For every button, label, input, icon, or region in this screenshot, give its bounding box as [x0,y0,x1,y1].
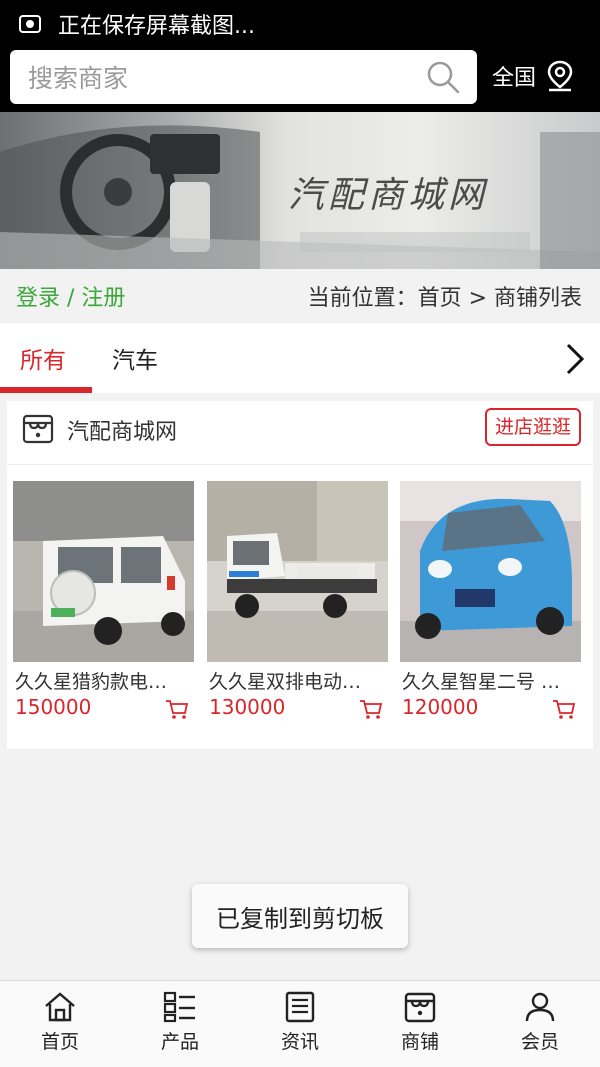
shop-name[interactable]: 汽配商城网 [67,414,177,446]
nav-home[interactable]: 首页 [0,981,120,1067]
nav-news[interactable]: 资讯 [240,981,360,1067]
chevron-right-icon[interactable] [560,341,590,377]
search-icon[interactable] [425,59,461,95]
cart-icon[interactable] [359,699,383,721]
category-tabs: 所有 汽车 [0,323,600,393]
nav-shops[interactable]: 商铺 [360,981,480,1067]
status-text: 正在保存屏幕截图... [58,14,255,39]
tab-car[interactable]: 汽车 [112,341,158,375]
nav-news-label: 资讯 [280,1031,319,1053]
product-price: 120000 [402,695,479,719]
product-name[interactable]: 久久星智星二号 … [402,667,580,694]
nav-products[interactable]: 产品 [120,981,240,1067]
nav-home-label: 首页 [40,1031,79,1053]
product-name[interactable]: 久久星双排电动… [209,667,387,694]
product-price: 150000 [15,695,92,719]
bottom-nav: 首页 产品 资讯 商铺 会员 [0,980,600,1067]
screenshot-icon [19,15,41,33]
banner[interactable]: 汽配商城网 [0,112,600,269]
breadcrumb: 当前位置：首页 > 商铺列表 [307,286,582,311]
product-image[interactable] [400,481,581,662]
list-icon [163,991,195,1023]
cart-icon[interactable] [552,699,576,721]
location-icon [547,60,573,92]
tab-all[interactable]: 所有 [20,341,66,375]
shop-header: 汽配商城网 进店逛逛 [7,401,593,465]
search-bar: 搜索商家 全国 [0,48,600,112]
nav-products-label: 产品 [160,1031,199,1053]
product-image[interactable] [207,481,388,662]
product-name[interactable]: 久久星猎豹款电… [15,667,193,694]
region-label: 全国 [492,66,537,91]
product-image[interactable] [13,481,194,662]
shop-icon [404,992,436,1023]
product-price: 130000 [209,695,286,719]
news-icon [285,991,315,1023]
nav-member[interactable]: 会员 [480,981,600,1067]
enter-shop-button[interactable]: 进店逛逛 [485,408,582,446]
region-selector[interactable]: 全国 [492,56,576,96]
banner-title: 汽配商城网 [288,175,489,216]
shop-card: 汽配商城网 进店逛逛 久久星猎豹款电… 150000 久久星双排电动… 1300… [7,401,593,749]
breadcrumb-bar: 登录 / 注册 当前位置：首页 > 商铺列表 [0,269,600,323]
home-icon [45,992,75,1022]
shop-icon [22,414,54,444]
search-placeholder: 搜索商家 [28,64,129,93]
active-tab-indicator [0,387,92,393]
search-input[interactable]: 搜索商家 [10,50,477,104]
toast-message: 已复制到剪切板 [192,884,408,948]
status-bar: 正在保存屏幕截图... [0,0,600,48]
nav-shops-label: 商铺 [400,1031,439,1053]
cart-icon[interactable] [165,699,189,721]
login-register-link[interactable]: 登录 / 注册 [16,280,125,312]
user-icon [525,992,555,1022]
nav-member-label: 会员 [520,1031,559,1053]
